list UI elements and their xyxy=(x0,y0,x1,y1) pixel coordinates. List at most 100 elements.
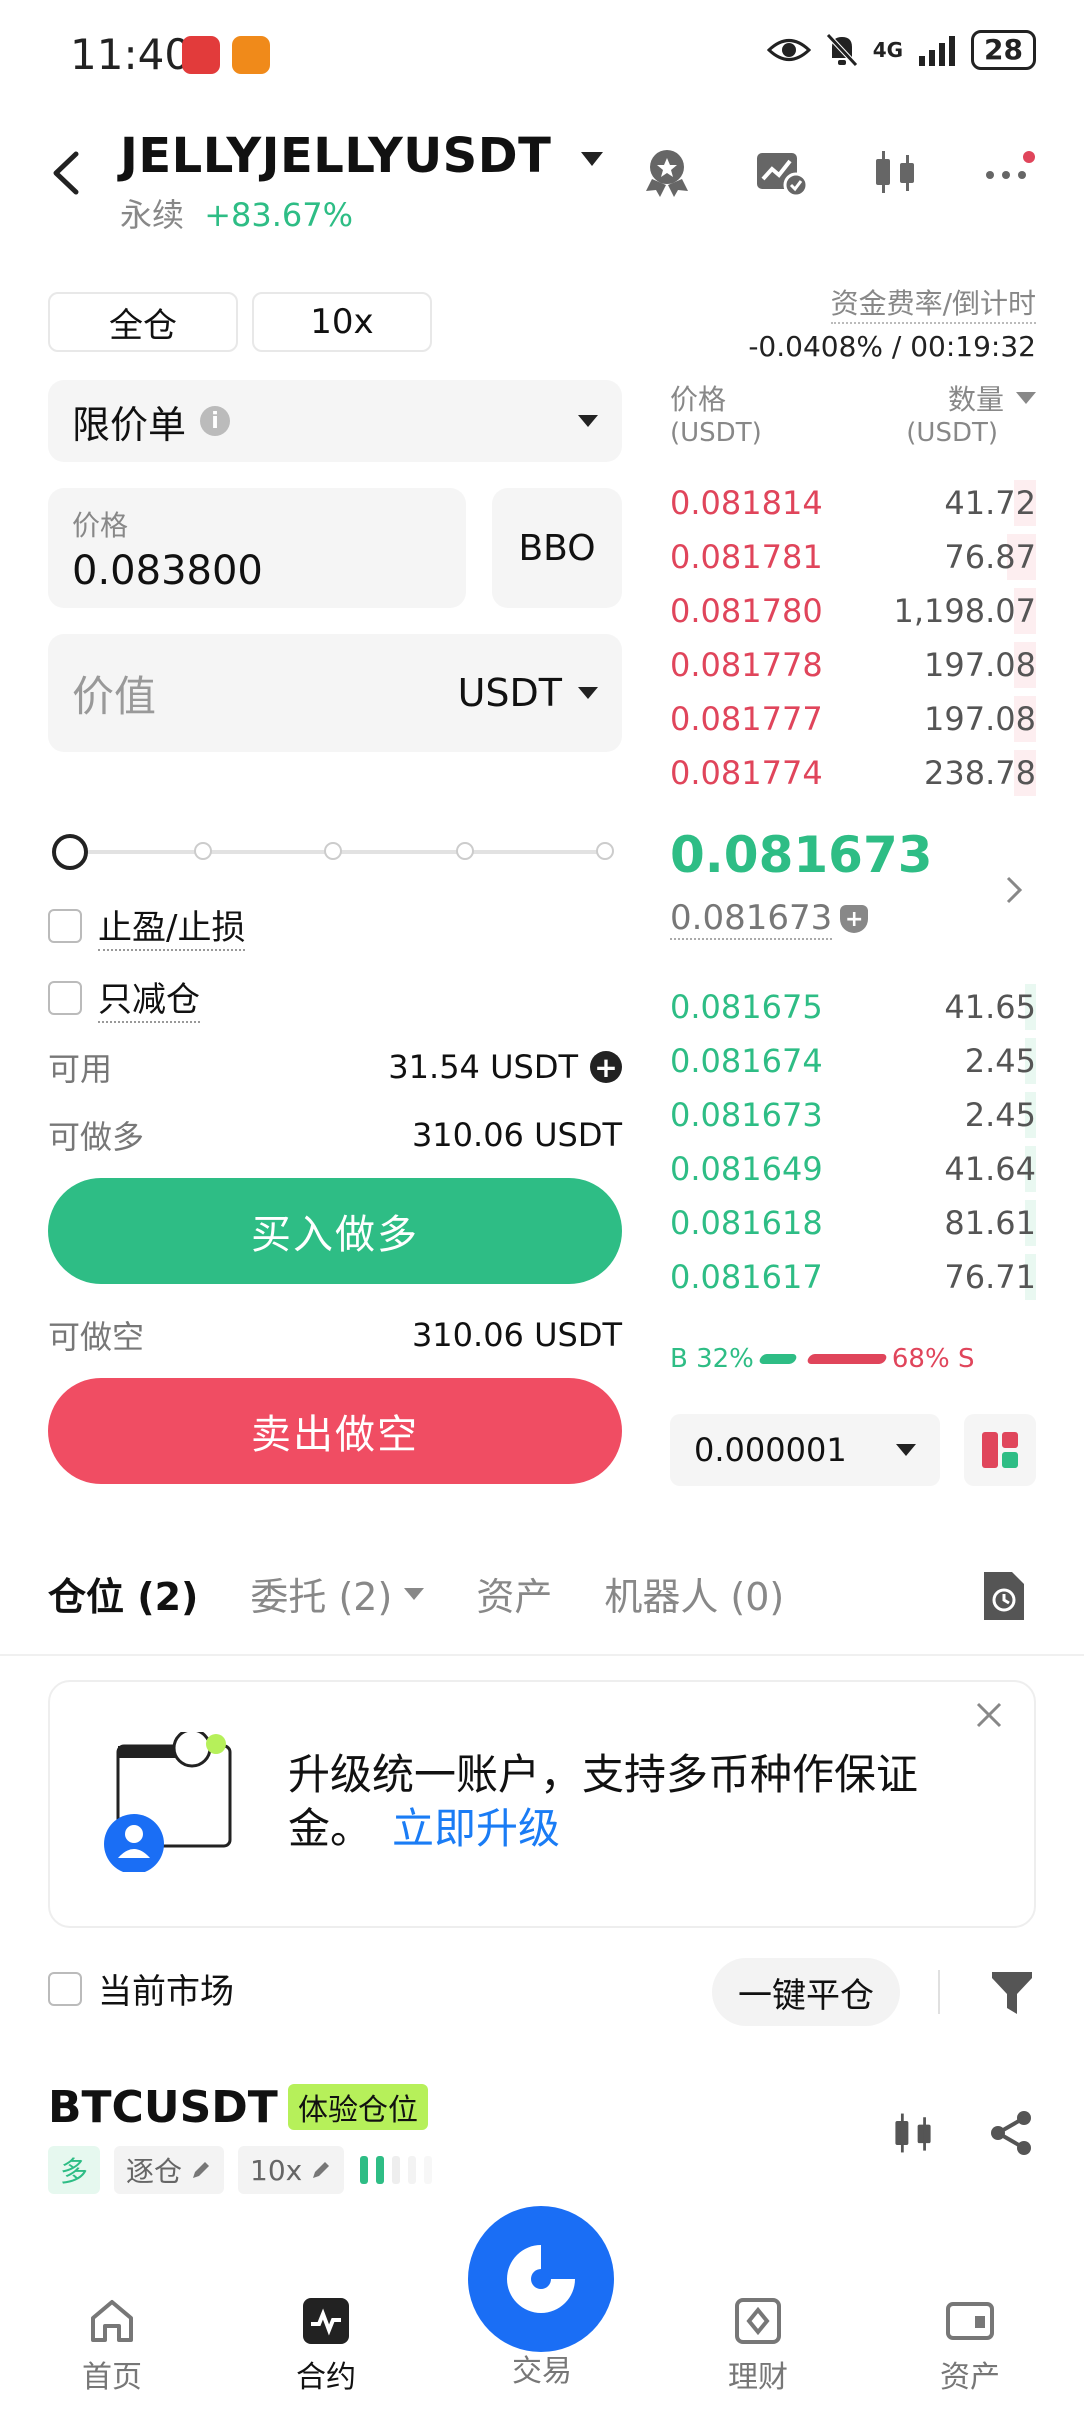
pair-subtitle: 永续 +83.67% xyxy=(120,190,353,236)
tp-sl-checkbox[interactable] xyxy=(48,908,82,943)
order-book-row[interactable]: 0.081777 197.08 xyxy=(670,692,1036,746)
margin-mode-button[interactable]: 全仓 xyxy=(48,292,238,352)
nav-home-label: 首页 xyxy=(82,2360,142,2395)
precision-selector[interactable]: 0.000001 xyxy=(670,1414,940,1486)
more-icon[interactable] xyxy=(982,145,1036,199)
order-book-price: 0.081649 xyxy=(670,1150,823,1188)
tab-bots[interactable]: 机器人 (0) xyxy=(604,1566,784,1621)
value-placeholder: 价值 xyxy=(72,671,157,721)
order-book-row[interactable]: 0.081781 76.87 xyxy=(670,530,1036,584)
chart-settings-icon[interactable] xyxy=(754,145,808,199)
last-price: 0.081673 xyxy=(670,826,933,884)
candlestick-icon[interactable] xyxy=(888,2108,938,2158)
banner-text: 升级统一账户，支持多币种作保证金。 xyxy=(288,1750,919,1853)
order-book-qty: 41.64 xyxy=(944,1150,1036,1188)
tab-orders[interactable]: 委托 (2) xyxy=(250,1566,425,1621)
order-book-row[interactable]: 0.081617 76.71 xyxy=(670,1250,1036,1304)
edit-pencil-icon xyxy=(193,2162,210,2178)
tab-assets[interactable]: 资产 xyxy=(476,1566,552,1621)
slider-knob[interactable] xyxy=(52,834,88,870)
price-input[interactable]: 价格 0.083800 xyxy=(48,488,466,608)
max-long-label: 可做多 xyxy=(48,1118,145,1156)
transfer-plus-icon[interactable]: + xyxy=(590,1051,622,1084)
slider-step-25[interactable] xyxy=(194,842,212,860)
side-tag: 多 xyxy=(48,2146,101,2194)
book-layout-button[interactable] xyxy=(964,1414,1036,1486)
chevron-down-icon[interactable] xyxy=(1016,392,1036,404)
price-column-header: 价格 xyxy=(670,383,727,416)
slider-step-75[interactable] xyxy=(456,842,474,860)
funding-rate-label[interactable]: 资金费率/倒计时 xyxy=(830,282,1036,324)
leverage-button[interactable]: 10x xyxy=(252,292,432,352)
order-book-row[interactable]: 0.081778 197.08 xyxy=(670,638,1036,692)
close-icon[interactable] xyxy=(974,1700,1004,1730)
price-value[interactable]: 0.083800 xyxy=(72,548,442,594)
slider-step-100[interactable] xyxy=(596,842,614,860)
nav-earn[interactable]: 理财 xyxy=(698,2296,818,2396)
history-document-icon[interactable] xyxy=(980,1570,1026,1622)
buy-long-button[interactable]: 买入做多 xyxy=(48,1178,622,1284)
order-book-row[interactable]: 0.081618 81.61 xyxy=(670,1196,1036,1250)
position-symbol[interactable]: BTCUSDT xyxy=(48,2082,278,2133)
status-icons: 4G 28 xyxy=(766,30,1036,70)
value-unit-selector[interactable]: USDT xyxy=(458,671,598,715)
pair-selector[interactable]: JELLYJELLYUSDT xyxy=(120,128,603,184)
info-icon[interactable]: i xyxy=(200,406,231,436)
order-book-row[interactable]: 0.081675 41.65 xyxy=(670,980,1036,1034)
nav-assets-label: 资产 xyxy=(940,2360,1000,2395)
chevron-down-icon xyxy=(896,1444,916,1456)
available-row: 可用 31.54 USDT + xyxy=(48,1044,622,1090)
order-book-price: 0.081675 xyxy=(670,988,823,1026)
candlestick-icon[interactable] xyxy=(868,145,922,199)
slider-step-50[interactable] xyxy=(324,842,342,860)
close-all-button[interactable]: 一键平仓 xyxy=(712,1958,900,2026)
upgrade-link[interactable]: 立即升级 xyxy=(392,1804,560,1853)
nav-assets[interactable]: 资产 xyxy=(910,2296,1030,2396)
nav-home[interactable]: 首页 xyxy=(52,2296,172,2396)
current-market-checkbox[interactable] xyxy=(48,1971,82,2006)
back-arrow-icon[interactable] xyxy=(46,148,86,198)
order-book-qty: 41.65 xyxy=(944,988,1036,1026)
trade-fab-button[interactable] xyxy=(468,2206,614,2352)
tp-sl-checkbox-row[interactable]: 止盈/止损 xyxy=(48,900,246,951)
available-value: 31.54 USDT xyxy=(388,1048,578,1086)
order-book-price: 0.081778 xyxy=(670,646,823,684)
reduce-only-checkbox[interactable] xyxy=(48,980,82,1015)
order-book-qty: 197.08 xyxy=(924,700,1036,738)
value-input[interactable]: 价值 USDT xyxy=(48,634,622,752)
rewards-medal-icon[interactable] xyxy=(640,145,694,199)
order-type-selector[interactable]: 限价单 i xyxy=(48,380,622,462)
order-book-qty: 41.72 xyxy=(944,484,1036,522)
bbo-button[interactable]: BBO xyxy=(492,488,622,608)
order-book-price: 0.081777 xyxy=(670,700,823,738)
order-book-row[interactable]: 0.081674 2.45 xyxy=(670,1034,1036,1088)
order-book-price: 0.081780 xyxy=(670,592,823,630)
max-short-value: 310.06 USDT xyxy=(411,1316,622,1354)
value-unit-label: USDT xyxy=(457,671,562,715)
header-actions xyxy=(640,145,1036,199)
app-notification-icon xyxy=(232,36,270,74)
order-book-row[interactable]: 0.081673 2.45 xyxy=(670,1088,1036,1142)
buy-ratio-bar xyxy=(758,1354,798,1364)
order-book-row[interactable]: 0.081780 1,198.07 xyxy=(670,584,1036,638)
current-market-filter[interactable]: 当前市场 xyxy=(48,1964,234,2013)
nav-trade[interactable]: 交易 xyxy=(482,2346,602,2390)
order-book-row[interactable]: 0.081774 238.78 xyxy=(670,746,1036,800)
order-book-header: 价格 数量 (USDT) (USDT) xyxy=(670,378,1036,448)
margin-mode-tag[interactable]: 逐仓 xyxy=(114,2146,225,2194)
share-icon[interactable] xyxy=(986,2108,1036,2158)
chevron-down-icon xyxy=(404,1587,425,1600)
sell-ratio-bar xyxy=(806,1354,888,1364)
tab-positions[interactable]: 仓位 (2) xyxy=(48,1566,198,1621)
battery-level: 28 xyxy=(971,30,1036,70)
sell-short-button[interactable]: 卖出做空 xyxy=(48,1378,622,1484)
leverage-tag[interactable]: 10x xyxy=(238,2146,345,2194)
order-book-qty: 238.78 xyxy=(924,754,1036,792)
reduce-only-checkbox-row[interactable]: 只减仓 xyxy=(48,972,200,1023)
network-label: 4G xyxy=(872,38,904,62)
filter-icon[interactable] xyxy=(990,1968,1034,2016)
order-book-row[interactable]: 0.081814 41.72 xyxy=(670,476,1036,530)
chevron-right-icon[interactable] xyxy=(1004,872,1024,908)
nav-futures[interactable]: 合约 xyxy=(266,2296,386,2396)
order-book-row[interactable]: 0.081649 41.64 xyxy=(670,1142,1036,1196)
